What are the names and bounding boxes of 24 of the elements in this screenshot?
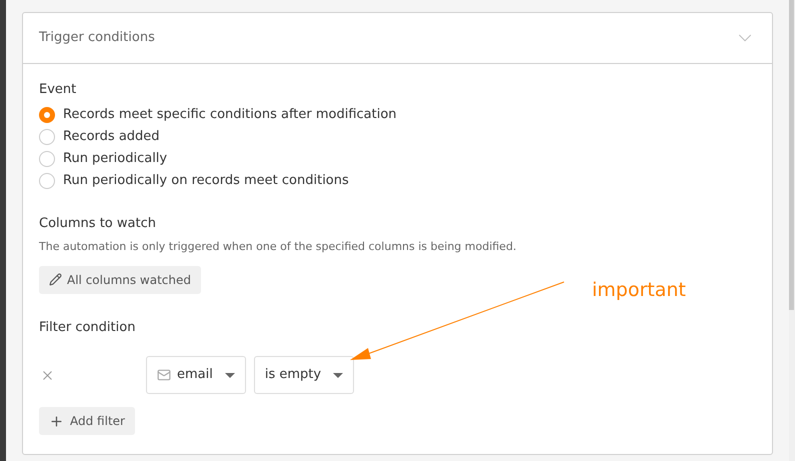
panel-title: Trigger conditions: [39, 29, 155, 48]
scrollbar-thumb[interactable]: [789, 0, 794, 310]
caret-icon: [224, 372, 235, 378]
radio-option[interactable]: Run periodically: [39, 150, 756, 168]
mail-icon: [157, 368, 171, 382]
section-label: Columns to watch: [39, 214, 157, 232]
pencil-icon: [49, 273, 62, 286]
radio-option[interactable]: Run periodically on records meet conditions: [39, 172, 756, 190]
radio-icon[interactable]: [39, 150, 55, 166]
add-filter-button[interactable]: Add filter: [39, 407, 135, 435]
section-label: Filter condition: [39, 318, 136, 336]
description-text: The automation is only triggered when one of the specified columns is being modified.: [39, 239, 518, 255]
operator-select[interactable]: is empty: [254, 356, 354, 394]
column-select[interactable]: email: [146, 356, 246, 394]
radio-option[interactable]: Records added: [39, 128, 756, 146]
annotation-text: important: [592, 278, 686, 303]
radio-option[interactable]: Records meet specific conditions after modification: [39, 106, 756, 124]
caret-icon: [333, 372, 344, 378]
radio-icon[interactable]: [39, 106, 55, 122]
section-label: Event: [39, 81, 78, 99]
plus-icon: [49, 414, 64, 428]
watch-columns-button[interactable]: All columns watched: [39, 266, 202, 294]
radio-icon[interactable]: [39, 128, 55, 144]
radio-icon[interactable]: [39, 172, 55, 188]
